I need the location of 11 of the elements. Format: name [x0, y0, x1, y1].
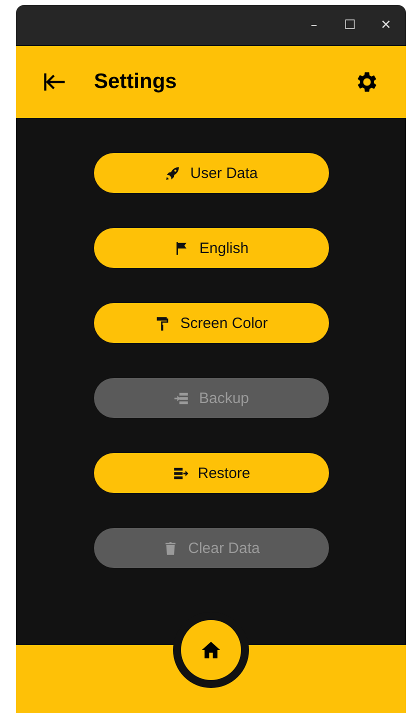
menu-button[interactable]: User Data [94, 153, 328, 193]
minimize-button[interactable]: – [306, 18, 322, 32]
menu-button[interactable]: English [94, 228, 328, 268]
home-button[interactable] [181, 620, 241, 680]
rocket-icon [164, 164, 182, 182]
home-icon [200, 639, 222, 661]
close-button[interactable]: ✕ [378, 18, 394, 32]
screen-title: Settings [94, 70, 178, 94]
maximize-button[interactable]: ☐ [342, 18, 358, 32]
menu-button[interactable]: Restore [94, 453, 328, 493]
menu-button[interactable]: Screen Color [94, 303, 328, 343]
